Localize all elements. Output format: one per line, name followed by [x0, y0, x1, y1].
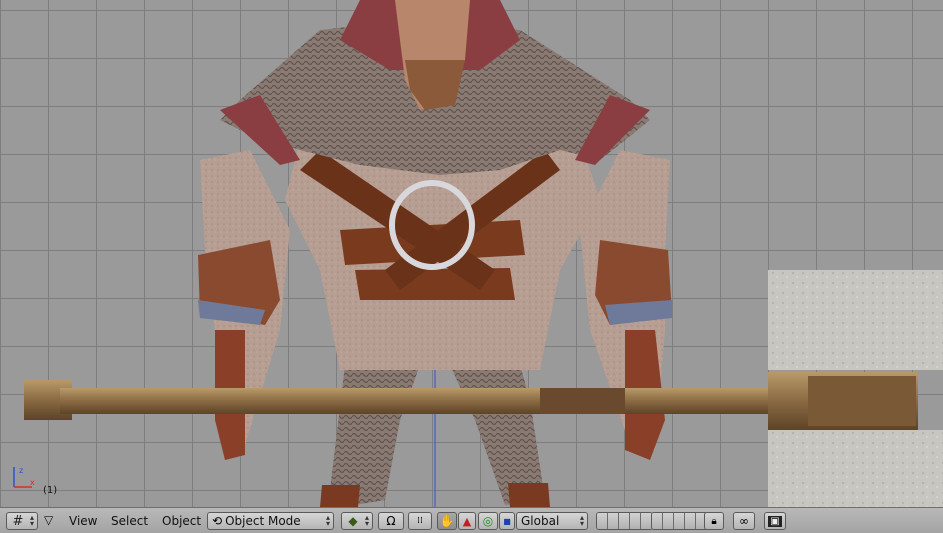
manipulator-toggle[interactable]: ✋	[437, 512, 457, 530]
snap-button[interactable]: ⁞⁞	[408, 512, 432, 530]
render-button[interactable]: ▣	[764, 512, 786, 530]
lock-layers-button[interactable]: 🔒︎	[704, 512, 724, 530]
z-axis-label: z	[19, 466, 23, 475]
mode-select-value: Object Mode	[225, 514, 301, 528]
layer-button[interactable]	[663, 513, 674, 529]
link-icon: ∞	[739, 514, 749, 528]
rotate-button[interactable]: ◎	[478, 512, 498, 530]
editor-type-button[interactable]: # ▴ ▾	[6, 512, 38, 530]
layer-button[interactable]	[608, 513, 619, 529]
staff-grip	[540, 388, 625, 414]
staff-shaft	[60, 388, 775, 414]
left-boot	[320, 485, 360, 507]
scene-render	[24, 0, 943, 507]
layer-button[interactable]	[685, 513, 696, 529]
axis-gizmo: z x	[13, 466, 35, 488]
layer-button[interactable]	[674, 513, 685, 529]
render-icon: ▣	[768, 515, 782, 527]
pivot-icon: Ω	[386, 514, 396, 528]
mode-select[interactable]: ⟲ Object Mode ▴ ▾	[207, 512, 334, 530]
spinner-icon: ▴ ▾	[29, 513, 34, 528]
hand-icon: ✋	[439, 514, 455, 528]
grid-icon: #	[12, 513, 24, 529]
left-leg	[330, 365, 420, 505]
draw-type-icon: ◆	[348, 514, 358, 528]
view-menu[interactable]: View	[69, 514, 97, 528]
hammer-core	[808, 376, 916, 426]
rotate-circle-icon: ◎	[482, 514, 494, 528]
x-axis-label: x	[30, 478, 35, 487]
select-menu[interactable]: Select	[111, 514, 148, 528]
viewport-header: # ▴ ▾ ▽ View Select Object ⟲ Object Mode …	[0, 507, 943, 533]
spinner-icon: ▴ ▾	[364, 513, 369, 528]
translate-button[interactable]: ▲	[458, 512, 476, 530]
layer-buttons-group-1[interactable]	[596, 512, 653, 530]
rotate-icon: ▲	[462, 514, 472, 528]
layer-buttons-group-2[interactable]	[651, 512, 708, 530]
draw-type-select[interactable]: ◆ ▴ ▾	[341, 512, 373, 530]
spinner-icon: ▴ ▾	[325, 513, 330, 528]
right-boot	[508, 483, 550, 507]
hammer-stone-top	[768, 270, 943, 370]
orientation-value: Global	[521, 514, 560, 528]
3d-viewport[interactable]: z x (1)	[0, 0, 943, 507]
layer-button[interactable]	[652, 513, 663, 529]
snap-icon: ⁞⁞	[417, 516, 423, 526]
orientation-select[interactable]: Global ▴ ▾	[516, 512, 588, 530]
object-menu[interactable]: Object	[162, 514, 201, 528]
layer-button[interactable]	[597, 513, 608, 529]
lock-icon: 🔒︎	[711, 515, 717, 527]
hammer-stone-bottom	[768, 430, 943, 507]
layer-button[interactable]	[630, 513, 641, 529]
pivot-select[interactable]: Ω	[378, 512, 404, 530]
spinner-icon: ▴ ▾	[579, 513, 584, 528]
collapse-triangle-icon[interactable]: ▽	[44, 513, 53, 527]
frame-number: (1)	[43, 485, 58, 496]
link-button[interactable]: ∞	[733, 512, 755, 530]
layer-button[interactable]	[619, 513, 630, 529]
scale-icon: ■	[503, 516, 511, 526]
mode-icon: ⟲	[212, 514, 223, 528]
scale-button[interactable]: ■	[499, 512, 515, 530]
